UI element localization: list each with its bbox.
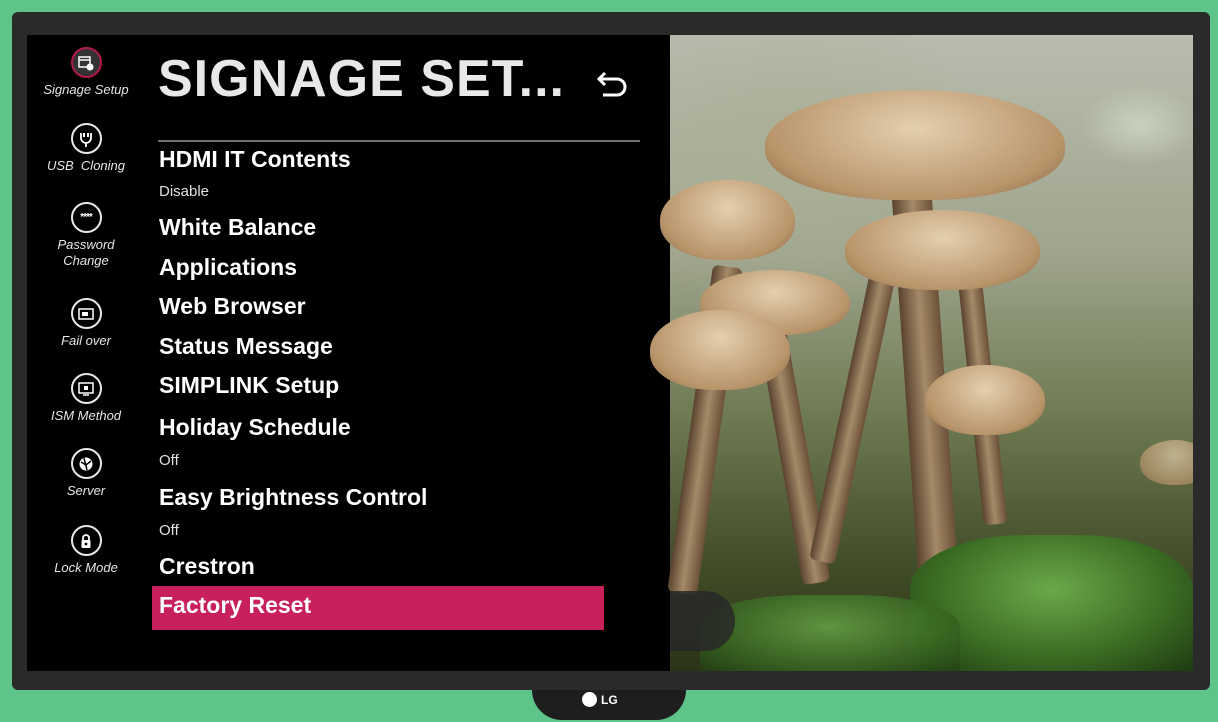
sidebar-item-label: USB Cloning	[46, 158, 126, 173]
lg-logo: LG	[582, 692, 618, 707]
back-arrow-icon[interactable]	[593, 63, 633, 103]
lock-icon	[70, 525, 102, 556]
sidebar-item-server[interactable]: Server	[27, 448, 145, 499]
menu-item-applications[interactable]: Applications	[159, 254, 297, 281]
sidebar-item-signage-setup[interactable]: Signage Setup	[27, 47, 145, 98]
menu-item-simplink-setup[interactable]: SIMPLINK Setup	[159, 372, 339, 399]
lg-logo-text: LG	[601, 692, 618, 707]
password-dots-icon: ****	[70, 202, 102, 233]
sidebar: Signage Setup USB Cloning **** Password …	[27, 35, 145, 671]
failover-icon	[70, 298, 102, 329]
ism-screen-icon	[70, 373, 102, 404]
menu-item-status-message[interactable]: Status Message	[159, 333, 333, 360]
menu-item-web-browser[interactable]: Web Browser	[159, 293, 306, 320]
sidebar-item-label: Lock Mode	[54, 560, 118, 575]
calendar-gear-icon	[70, 47, 102, 78]
title-divider	[158, 140, 640, 142]
menu-item-value: Off	[159, 522, 179, 539]
menu-item-hdmi-it-contents[interactable]: HDMI IT Contents	[159, 146, 351, 173]
menu-item-factory-reset[interactable]: Factory Reset	[159, 592, 311, 619]
sidebar-item-ism-method[interactable]: ISM Method	[27, 373, 145, 424]
menu-item-easy-brightness-control[interactable]: Easy Brightness Control	[159, 484, 427, 511]
tv-screen: Signage Setup USB Cloning **** Password …	[27, 35, 1193, 671]
background-photo	[650, 35, 1193, 671]
menu-item-white-balance[interactable]: White Balance	[159, 214, 316, 241]
page-title: SIGNAGE SET...	[158, 50, 565, 108]
sidebar-item-lock-mode[interactable]: Lock Mode	[27, 525, 145, 576]
sidebar-item-usb-cloning[interactable]: USB Cloning	[27, 123, 145, 174]
sidebar-item-label: Signage Setup	[43, 82, 129, 97]
sidebar-item-label: Password Change	[57, 237, 115, 268]
overlay-pill	[670, 591, 735, 651]
sidebar-item-label: Fail over	[61, 333, 111, 348]
server-globe-icon	[70, 448, 102, 479]
lg-logo-circle-icon	[582, 692, 597, 707]
sidebar-item-label: Server	[66, 483, 106, 498]
menu-item-value: Disable	[159, 183, 210, 200]
sidebar-item-password-change[interactable]: **** Password Change	[27, 202, 145, 269]
menu-item-crestron[interactable]: Crestron	[159, 553, 255, 580]
menu-item-holiday-schedule[interactable]: Holiday Schedule	[159, 414, 351, 441]
sidebar-item-label: ISM Method	[50, 408, 122, 423]
menu-item-value: Off	[159, 452, 179, 469]
usb-icon	[70, 123, 102, 154]
sidebar-item-fail-over[interactable]: Fail over	[27, 298, 145, 349]
